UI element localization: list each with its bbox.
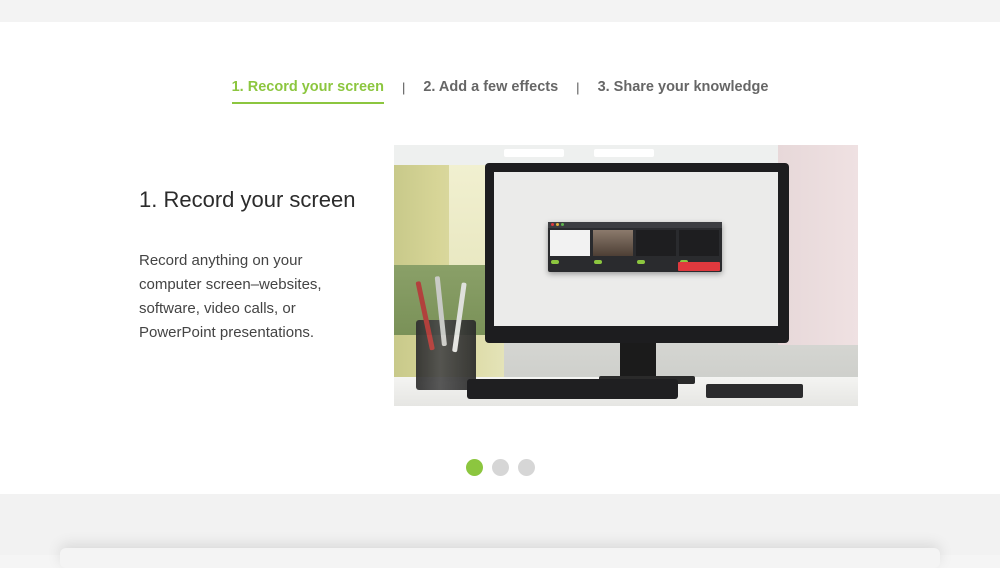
toggle-icon [637,260,645,264]
trackpad [706,384,803,398]
tab-record-screen[interactable]: 1. Record your screen [231,79,385,104]
desktop-computer-photo [394,145,858,406]
minimize-dot-icon [556,223,559,226]
monitor-stand [620,343,656,379]
system-audio-thumb [679,230,719,256]
record-button-icon [678,262,720,271]
audio-meter-thumb [636,230,676,256]
webcam-thumb [593,230,633,256]
next-section [0,494,1000,555]
monitor-screen [494,172,778,326]
top-strip [0,0,1000,22]
ceiling-light [594,149,654,157]
toggle-icon [594,260,602,264]
next-section-card [60,548,940,568]
slide-title: 1. Record your screen [139,187,356,212]
keyboard [467,379,678,399]
pager-dot[interactable] [491,459,509,476]
tab-share-knowledge[interactable]: 3. Share your knowledge [598,79,769,99]
panel-titlebar [548,222,722,228]
screen-recorder-panel [548,222,722,272]
zoom-dot-icon [561,223,564,226]
monitor [485,163,789,343]
pager-dot[interactable] [465,459,483,476]
ceiling-light [504,149,564,157]
tab-separator: | [576,79,580,95]
photo-window [449,151,489,281]
screen-source-thumb [550,230,590,256]
pager-dot[interactable] [517,459,535,476]
tab-separator: | [401,79,406,95]
tab-add-effects[interactable]: 2. Add a few effects [423,79,558,99]
toggle-icon [551,260,559,264]
carousel-pager [0,459,1000,477]
close-dot-icon [551,223,554,226]
slide-description: Record anything on your computer screen–… [139,252,322,341]
photo-pink-wall [778,145,858,345]
feature-tabs: 1. Record your screen | 2. Add a few eff… [0,76,1000,104]
